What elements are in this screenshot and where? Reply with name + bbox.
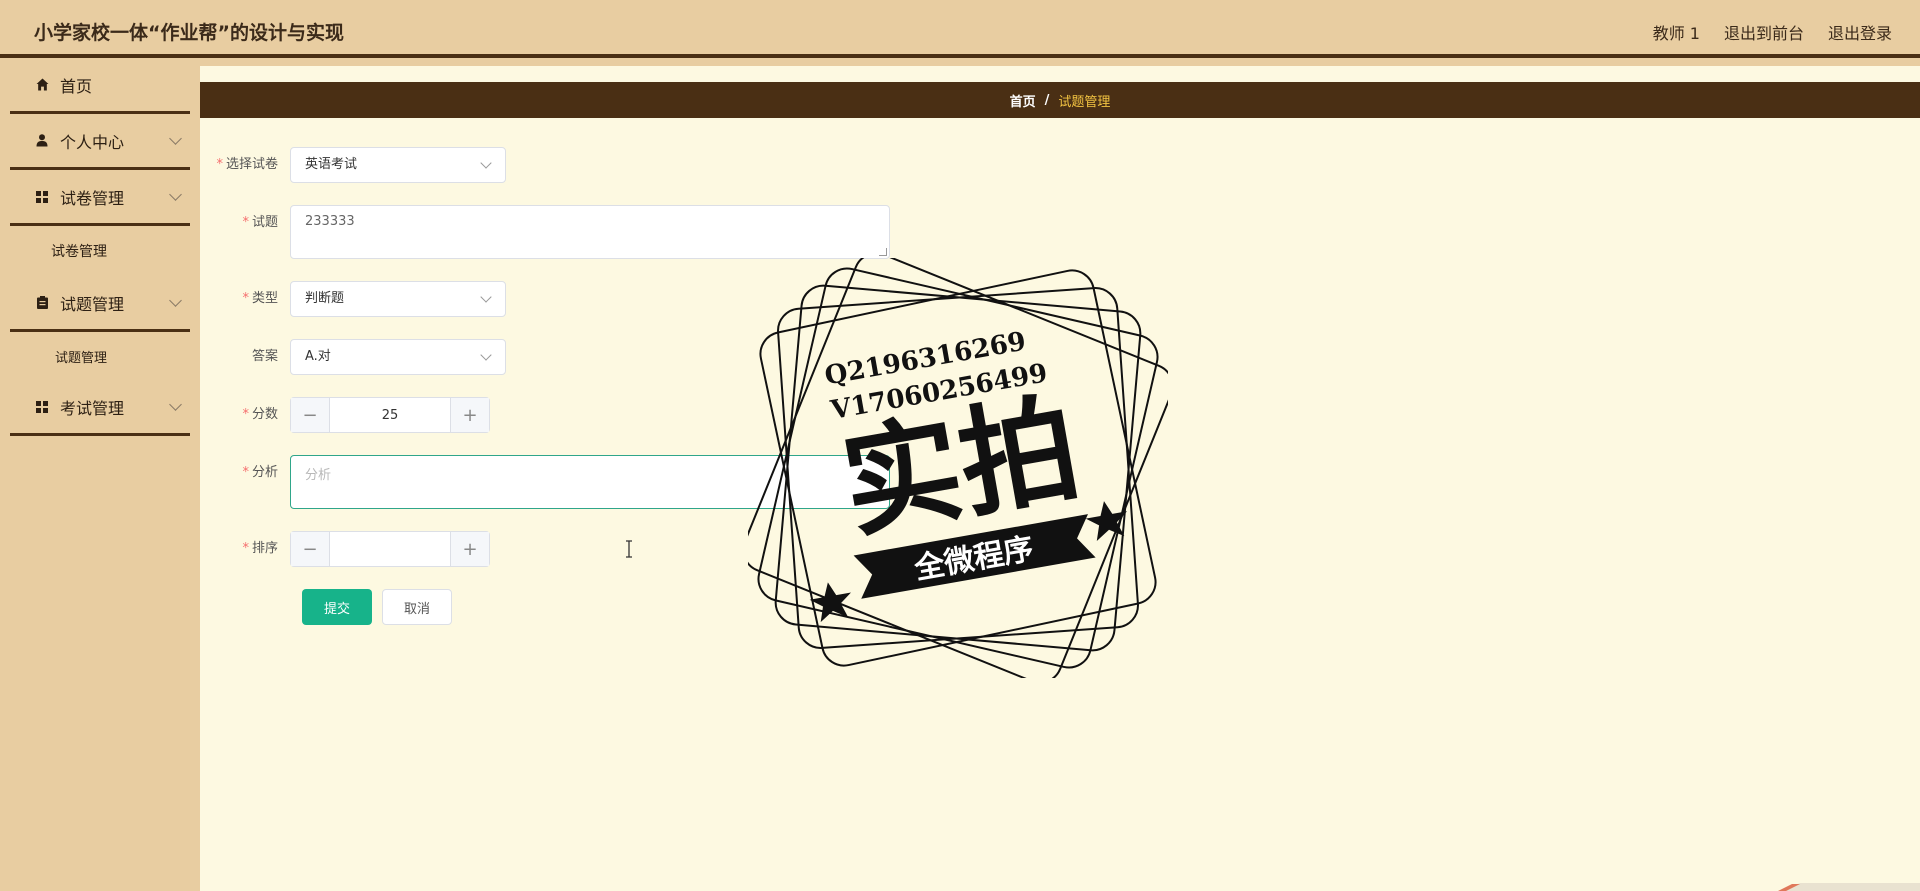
- chevron-down-icon: [480, 157, 492, 169]
- breadcrumb-separator: /: [1044, 92, 1050, 108]
- chevron-down-icon: [169, 132, 182, 145]
- form-row-question: * 试题 233333: [200, 205, 890, 259]
- current-user-link[interactable]: 教师 1: [1653, 20, 1700, 44]
- cancel-button[interactable]: 取消: [382, 589, 452, 625]
- chevron-down-icon: [480, 291, 492, 303]
- chevron-down-icon: [480, 349, 492, 361]
- sidebar-subitem-paper-management[interactable]: 试卷管理: [0, 226, 200, 276]
- top-header: 小学家校一体“作业帮”的设计与实现 教师 1 退出到前台 退出登录: [0, 0, 1920, 58]
- order-increase-button[interactable]: +: [450, 532, 489, 566]
- submit-button[interactable]: 提交: [302, 589, 372, 625]
- chevron-down-icon: [169, 294, 182, 307]
- question-textarea[interactable]: 233333: [290, 205, 890, 259]
- sidebar-item-personal-center[interactable]: 个人中心: [10, 114, 190, 170]
- watermark-stamp: Q2196316269 V17060256499 实拍 全微程序: [748, 258, 1168, 678]
- form-row-order: * 排序 − +: [200, 531, 490, 567]
- grid-icon: [34, 189, 50, 205]
- chevron-down-icon: [169, 398, 182, 411]
- score-increase-button[interactable]: +: [450, 398, 489, 432]
- sidebar-item-label: 个人中心: [60, 132, 125, 152]
- form-actions: 提交 取消: [302, 589, 452, 625]
- exit-to-frontend-link[interactable]: 退出到前台: [1724, 20, 1804, 44]
- order-decrease-button[interactable]: −: [291, 532, 330, 566]
- chevron-down-icon: [169, 188, 182, 201]
- text-cursor-icon: [626, 540, 632, 558]
- analysis-label: * 分析: [242, 465, 278, 480]
- answer-label: 答案: [251, 349, 278, 364]
- grid-icon: [34, 399, 50, 415]
- sidebar-item-label: 试卷管理: [60, 188, 125, 208]
- breadcrumb-current: 试题管理: [1058, 94, 1111, 110]
- breadcrumb: 首页 / 试题管理: [200, 82, 1920, 118]
- score-label: * 分数: [242, 407, 278, 422]
- paper-select[interactable]: 英语考试: [290, 147, 506, 183]
- sidebar-item-label: 首页: [60, 76, 93, 96]
- app-title: 小学家校一体“作业帮”的设计与实现: [34, 22, 344, 44]
- order-input[interactable]: [330, 532, 450, 566]
- order-stepper: − +: [290, 531, 490, 567]
- analysis-placeholder: 分析: [305, 468, 332, 483]
- sidebar-item-label: 试题管理: [60, 294, 125, 314]
- form-row-type: * 类型 判断题: [200, 281, 506, 317]
- sidebar-item-label: 考试管理: [60, 398, 125, 418]
- order-label: * 排序: [242, 541, 278, 556]
- logout-link[interactable]: 退出登录: [1828, 20, 1892, 44]
- header-links: 教师 1 退出到前台 退出登录: [1653, 20, 1892, 44]
- score-decrease-button[interactable]: −: [291, 398, 330, 432]
- user-icon: [34, 133, 50, 149]
- sidebar: 首页 个人中心 试卷管理 试卷管理 试题管理 试题管理 考试管理: [0, 58, 200, 891]
- sidebar-item-paper-management[interactable]: 试卷管理: [10, 170, 190, 226]
- form-row-score: * 分数 − 25 +: [200, 397, 490, 433]
- answer-select[interactable]: A.对: [290, 339, 506, 375]
- score-input[interactable]: 25: [330, 398, 450, 432]
- breadcrumb-home[interactable]: 首页: [1010, 91, 1036, 110]
- question-label: * 试题: [242, 215, 278, 230]
- sidebar-subitem-question-management[interactable]: 试题管理: [0, 332, 200, 380]
- form-row-answer: 答案 A.对: [200, 339, 506, 375]
- sidebar-item-exam-management[interactable]: 考试管理: [10, 380, 190, 436]
- form-row-paper: * 选择试卷 英语考试: [200, 147, 506, 183]
- home-icon: [34, 77, 50, 93]
- type-label: * 类型: [242, 291, 278, 306]
- sidebar-item-question-management[interactable]: 试题管理: [10, 276, 190, 332]
- paper-label: * 选择试卷: [216, 157, 278, 172]
- clipboard-icon: [34, 295, 50, 311]
- corner-decoration: [1778, 883, 1920, 891]
- score-stepper: − 25 +: [290, 397, 490, 433]
- sidebar-item-home[interactable]: 首页: [10, 58, 190, 114]
- type-select[interactable]: 判断题: [290, 281, 506, 317]
